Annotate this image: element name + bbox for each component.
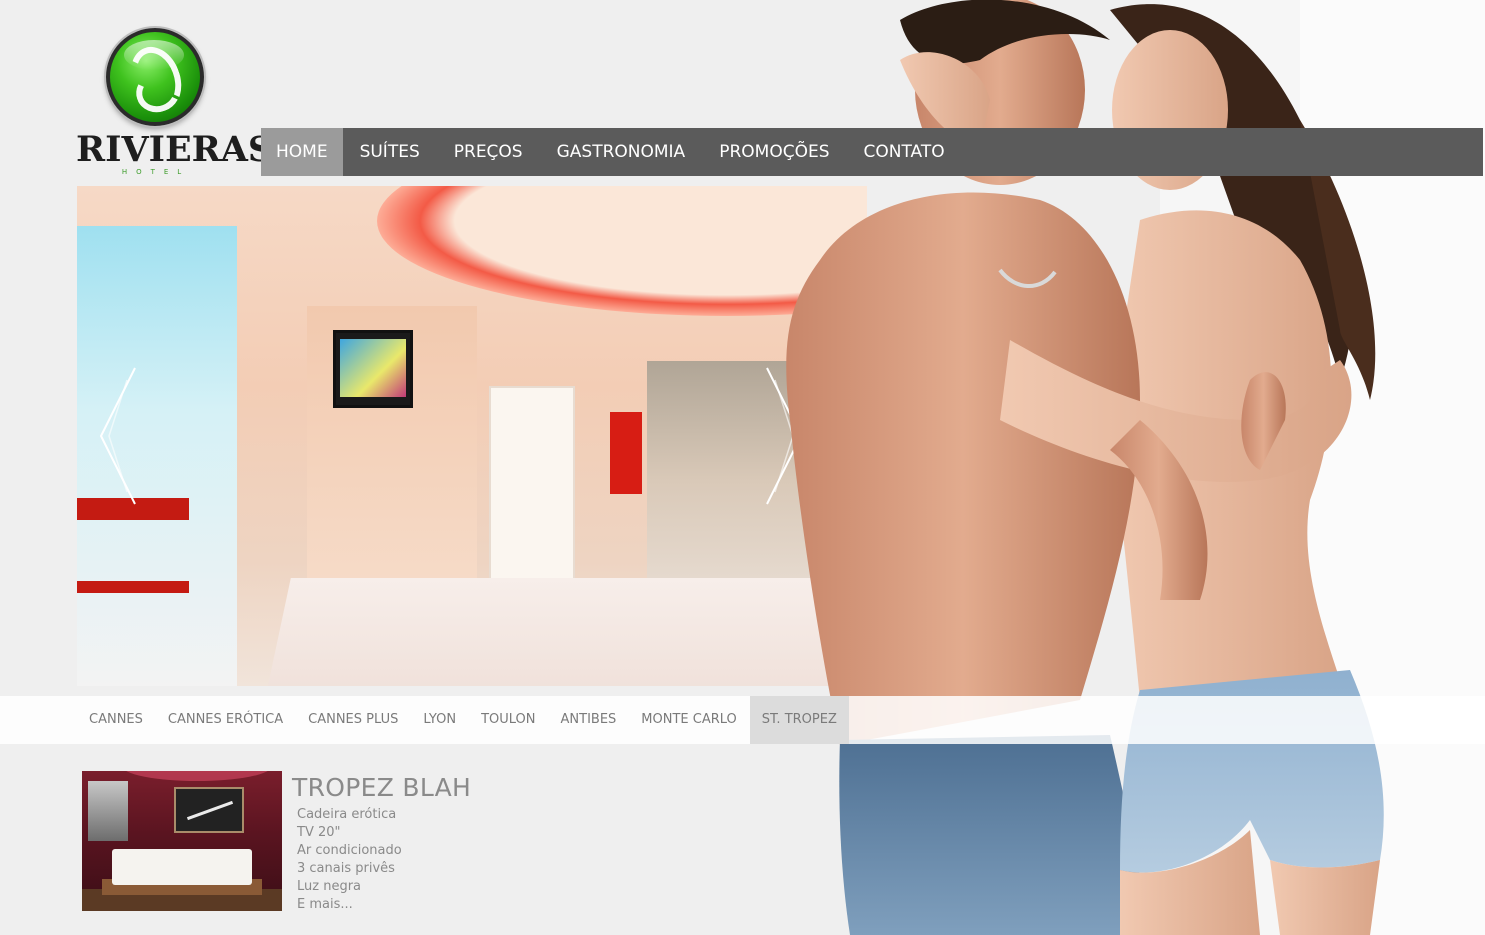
nav-suites[interactable]: SUÍTES bbox=[343, 128, 437, 176]
suite-tab-bar: CANNES CANNES ERÓTICA CANNES PLUS LYON T… bbox=[0, 696, 1485, 744]
suite-thumbnail[interactable] bbox=[82, 771, 282, 911]
suite-feature: Luz negra bbox=[297, 879, 362, 894]
slide-image bbox=[377, 186, 867, 316]
suite-feature: Cadeira erótica bbox=[297, 807, 397, 822]
nav-promocoes[interactable]: PROMOÇÕES bbox=[702, 128, 846, 176]
suite-title: TROPEZ BLAH bbox=[292, 773, 472, 802]
suite-tab-antibes[interactable]: ANTIBES bbox=[549, 696, 629, 744]
slider-next-button[interactable] bbox=[765, 366, 805, 506]
logo-name: RIVIERAS bbox=[76, 129, 274, 170]
chevron-right-icon bbox=[766, 367, 803, 505]
nav-home[interactable]: HOME bbox=[261, 128, 343, 176]
logo-emblem-icon bbox=[106, 28, 204, 126]
slider-prev-button[interactable] bbox=[97, 366, 137, 506]
suite-feature: TV 20" bbox=[297, 825, 341, 840]
suite-feature-list: Cadeira erótica TV 20" Ar condicionado 3… bbox=[297, 806, 402, 914]
main-nav: HOME SUÍTES PREÇOS GASTRONOMIA PROMOÇÕES… bbox=[261, 128, 1483, 176]
suite-tab-cannes[interactable]: CANNES bbox=[77, 696, 155, 744]
hotel-logo[interactable]: RIVIERAS HOTEL bbox=[76, 28, 274, 178]
suite-feature: Ar condicionado bbox=[297, 843, 402, 858]
suite-tab-toulon[interactable]: TOULON bbox=[469, 696, 547, 744]
suite-feature: E mais... bbox=[297, 897, 353, 912]
suite-tab-cannes-erotica[interactable]: CANNES ERÓTICA bbox=[156, 696, 295, 744]
nav-gastronomia[interactable]: GASTRONOMIA bbox=[540, 128, 703, 176]
suite-slider bbox=[77, 186, 867, 686]
suite-tab-monte-carlo[interactable]: MONTE CARLO bbox=[629, 696, 748, 744]
nav-contato[interactable]: CONTATO bbox=[846, 128, 961, 176]
suite-tab-cannes-plus[interactable]: CANNES PLUS bbox=[296, 696, 410, 744]
suite-tab-lyon[interactable]: LYON bbox=[411, 696, 468, 744]
suite-feature: 3 canais privês bbox=[297, 861, 395, 876]
chevron-left-icon bbox=[99, 367, 136, 505]
suite-tab-st-tropez[interactable]: ST. TROPEZ bbox=[749, 696, 849, 744]
nav-precos[interactable]: PREÇOS bbox=[437, 128, 540, 176]
logo-subtitle: HOTEL bbox=[121, 168, 191, 176]
